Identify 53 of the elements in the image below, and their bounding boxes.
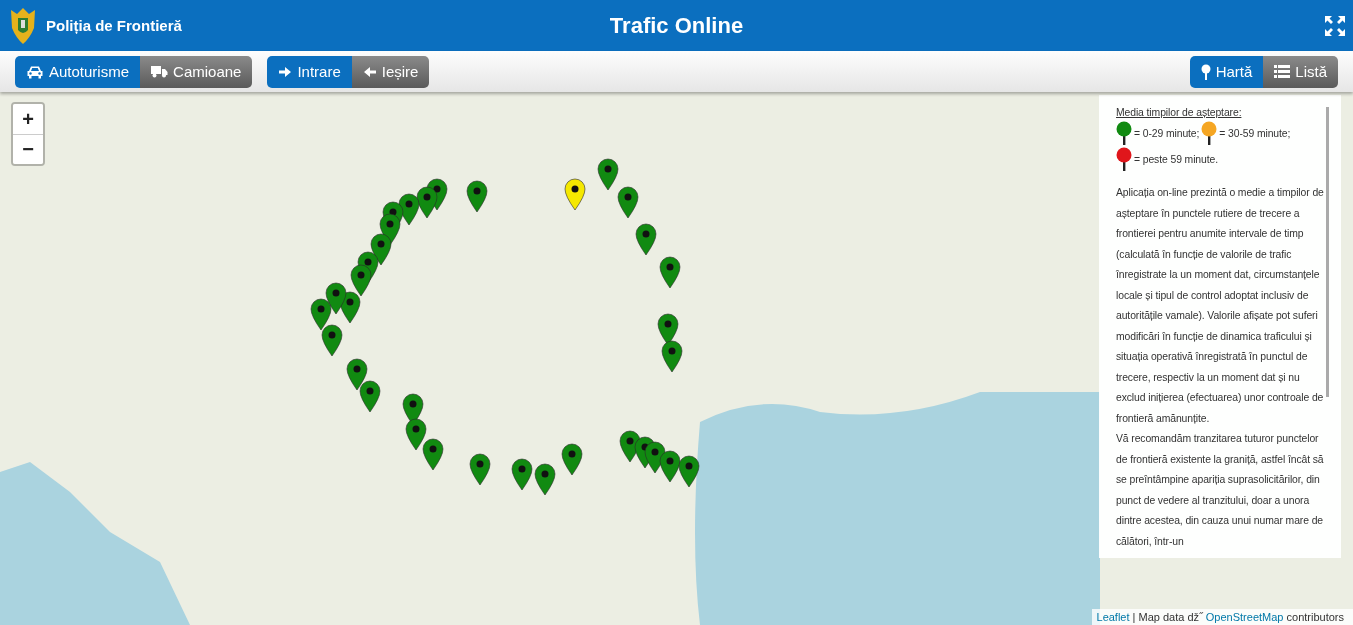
arrow-right-icon <box>278 64 293 79</box>
map-marker[interactable] <box>596 158 620 190</box>
map-marker[interactable] <box>677 455 701 487</box>
legend-label: = 30-59 minute; <box>1219 127 1291 139</box>
truck-icon <box>151 65 169 78</box>
map-marker[interactable] <box>369 233 393 265</box>
toolbar-tab[interactable]: Intrare <box>267 55 352 88</box>
toolbar-tab[interactable]: Listă <box>1263 55 1338 88</box>
zoom-in-button[interactable]: + <box>13 104 43 134</box>
map-marker[interactable] <box>658 256 682 288</box>
toolbar-tab[interactable]: Camioane <box>140 55 253 88</box>
fullscreen-icon[interactable] <box>1325 15 1345 36</box>
map-marker[interactable] <box>656 313 680 345</box>
map-background[interactable] <box>0 92 1353 625</box>
map-marker[interactable] <box>468 453 492 485</box>
info-paragraph: Vă recomandăm tranzitarea tuturor punctelor de frontieră existente la graniță, astfel încât să se preîntâmpine apariția suprasolicitărilor, din punct de vedere al tranzitului, doar a unora dintre acestea, din cauza unui numar mare de călători, într-un <box>1116 432 1325 549</box>
map-pin-icon <box>1200 63 1211 80</box>
map-marker[interactable] <box>560 443 584 475</box>
legend-heading: Media timpilor de așteptare: <box>1116 107 1242 118</box>
toolbar-tab[interactable]: Ieșire <box>351 55 430 88</box>
brand-name: Poliția de Frontieră <box>46 17 182 34</box>
toolbar-tab[interactable]: Autoturisme <box>15 55 141 88</box>
map-marker[interactable] <box>324 282 348 314</box>
legend-label: = 0-29 minute; <box>1134 127 1200 139</box>
map-marker[interactable] <box>465 180 489 212</box>
map-attribution: Leaflet | Map data dž˝ OpenStreetMap contributors <box>1091 609 1353 625</box>
map-marker[interactable] <box>660 340 684 372</box>
legend-label: = peste 59 minute. <box>1134 153 1218 165</box>
map-marker[interactable] <box>415 186 439 218</box>
map-marker[interactable] <box>404 418 428 450</box>
map-marker[interactable] <box>349 264 373 296</box>
openstreetmap-link[interactable]: OpenStreetMap <box>1205 611 1284 623</box>
list-icon <box>1274 65 1291 78</box>
coat-of-arms-icon <box>8 5 38 46</box>
map-marker[interactable] <box>345 358 369 390</box>
car-icon <box>26 64 44 79</box>
map-marker[interactable] <box>320 324 344 356</box>
arrow-left-icon <box>362 64 377 79</box>
zoom-out-button[interactable]: − <box>13 134 43 164</box>
map-marker[interactable] <box>563 178 587 210</box>
map-marker[interactable] <box>658 450 682 482</box>
leaflet-link[interactable]: Leaflet <box>1096 611 1130 623</box>
map-marker[interactable] <box>358 380 382 412</box>
map-marker[interactable] <box>616 186 640 218</box>
map-marker[interactable] <box>533 463 557 495</box>
toolbar-tab[interactable]: Hartă <box>1189 55 1264 88</box>
info-paragraph: Aplicația on-line prezintă o medie a timpilor de așteptare în punctele rutiere de trecere a frontierei pentru anumite intervale de timp (calculată în funcție de valorile de trafic înregistrate la un moment dat, circumstanțele locale și tipul de control adoptat inclusiv de autoritățile vamale). Valorile afișate pot suferi modificări în funcție de dinamica traficului și situația operativă înregistrată în punctul de trecere, respectiv la un moment dat și nu exclud inițierea (efectuarea) unor controale de frontieră amănunțite. <box>1116 186 1325 426</box>
page-title: Trafic Online <box>608 12 745 39</box>
map-marker[interactable] <box>397 193 421 225</box>
map-marker[interactable] <box>309 298 333 330</box>
map-marker[interactable] <box>510 458 534 490</box>
map-marker[interactable] <box>421 438 445 470</box>
map-marker[interactable] <box>634 223 658 255</box>
